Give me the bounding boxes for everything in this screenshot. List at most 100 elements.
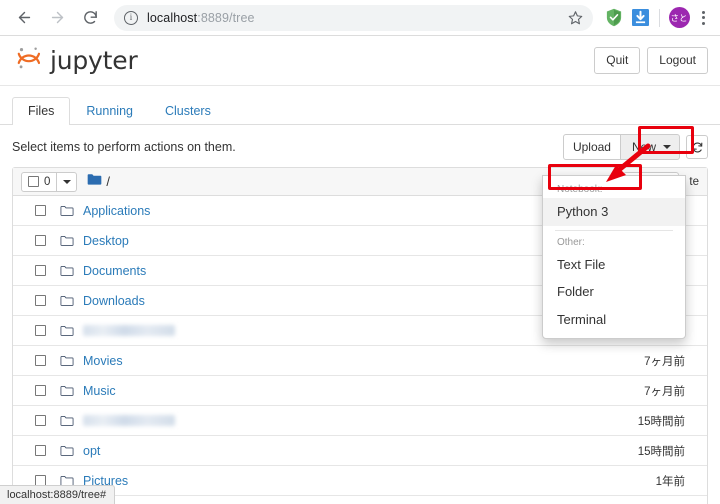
jupyter-brand[interactable]: jupyter <box>14 43 138 78</box>
folder-outline-icon <box>60 295 76 307</box>
avatar-label: さと <box>668 7 690 28</box>
dropdown-item-folder[interactable]: Folder <box>543 278 685 306</box>
file-name-link[interactable]: Desktop <box>83 234 129 248</box>
breadcrumb[interactable]: / <box>87 173 110 191</box>
file-name-link[interactable]: Music <box>83 384 116 398</box>
file-name-link[interactable]: Documents <box>83 264 146 278</box>
row-checkbox[interactable] <box>35 235 46 246</box>
file-name-link[interactable]: Applications <box>83 204 150 218</box>
folder-outline-icon <box>60 445 76 457</box>
dropdown-other-label: Other: <box>557 236 585 248</box>
table-row[interactable]: 15時間前 <box>13 406 707 436</box>
browser-toolbar: i localhost:8889/tree さと <box>0 0 720 36</box>
dropdown-item-python3[interactable]: Python 3 <box>543 198 685 226</box>
file-modified-time: 7ヶ月前 <box>644 355 685 368</box>
table-row[interactable]: Pictures 1年前 <box>13 466 707 496</box>
folder-outline-icon <box>60 355 76 367</box>
new-dropdown-menu: Notebook: Python 3 Other: Text File Fold… <box>542 175 686 339</box>
selected-count: 0 <box>44 175 51 188</box>
status-bar: localhost:8889/tree# <box>0 485 116 504</box>
row-checkbox[interactable] <box>35 295 46 306</box>
header-buttons: Quit Logout <box>594 47 708 74</box>
jupyter-brand-text: jupyter <box>50 46 138 75</box>
file-name-link[interactable]: Movies <box>83 354 123 368</box>
row-checkbox[interactable] <box>35 415 46 426</box>
row-checkbox[interactable] <box>35 385 46 396</box>
file-name-link[interactable]: Downloads <box>83 294 145 308</box>
jupyter-page: jupyter Quit Logout Files Running Cluste… <box>0 36 720 504</box>
file-name-link[interactable] <box>83 325 175 336</box>
chevron-down-icon <box>62 179 71 184</box>
quit-button[interactable]: Quit <box>594 47 641 74</box>
breadcrumb-root[interactable]: / <box>106 174 110 189</box>
folder-outline-icon <box>60 385 76 397</box>
reload-icon[interactable] <box>76 4 104 32</box>
new-button[interactable]: New <box>619 134 680 160</box>
row-checkbox[interactable] <box>35 205 46 216</box>
file-modified-time: 1年前 <box>655 475 685 488</box>
folder-icon <box>87 173 102 191</box>
folder-outline-icon <box>60 235 76 247</box>
bookmark-star-icon[interactable] <box>565 8 585 28</box>
row-checkbox[interactable] <box>35 265 46 276</box>
row-checkbox[interactable] <box>35 355 46 366</box>
table-row[interactable]: Movies 7ヶ月前 <box>13 346 707 376</box>
file-name-link[interactable]: opt <box>83 444 100 458</box>
folder-outline-icon <box>60 265 76 277</box>
actions-toolbar: Select items to perform actions on them.… <box>0 125 720 167</box>
jupyter-logo-icon <box>14 43 44 78</box>
tab-files[interactable]: Files <box>12 97 71 125</box>
selection-hint: Select items to perform actions on them. <box>12 140 236 154</box>
forward-icon[interactable] <box>43 4 71 32</box>
dropdown-item-terminal[interactable]: Terminal <box>543 306 685 334</box>
url-host: localhost <box>147 10 198 25</box>
file-modified-time: 7ヶ月前 <box>644 385 685 398</box>
dropdown-item-text-file[interactable]: Text File <box>543 251 685 279</box>
row-left: Movies <box>21 354 644 368</box>
site-info-icon[interactable]: i <box>124 10 138 25</box>
chevron-down-icon <box>663 145 671 149</box>
file-modified-time: 15時間前 <box>637 415 685 428</box>
row-left: Pictures <box>21 474 656 488</box>
jupyter-header: jupyter Quit Logout <box>0 36 720 86</box>
refresh-button[interactable] <box>686 135 708 159</box>
folder-outline-icon <box>60 325 76 337</box>
download-icon[interactable] <box>627 5 653 31</box>
url-path: :8889/tree <box>197 10 255 25</box>
url-text: localhost:8889/tree <box>147 11 255 25</box>
row-left: opt <box>21 444 638 458</box>
table-row[interactable]: Projects1年前 <box>13 496 707 504</box>
file-list-header-left: 0 / <box>21 171 110 192</box>
new-button-wrap: New <box>619 134 680 160</box>
logout-button[interactable]: Logout <box>647 47 708 74</box>
dropdown-notebook-label: Notebook: <box>557 184 603 195</box>
checkbox-icon <box>28 176 39 187</box>
tab-running[interactable]: Running <box>70 97 149 125</box>
folder-outline-icon <box>60 205 76 217</box>
file-modified-time: 15時間前 <box>637 445 685 458</box>
row-left <box>21 415 638 427</box>
kebab-menu-icon[interactable] <box>692 7 714 29</box>
file-name-link[interactable] <box>83 415 175 426</box>
browser-window: i localhost:8889/tree さと jupyter Quit Lo… <box>0 0 720 504</box>
tab-clusters[interactable]: Clusters <box>149 97 227 125</box>
back-icon[interactable] <box>10 4 38 32</box>
select-all-checkbox[interactable]: 0 <box>21 171 58 192</box>
extension-icons: さと <box>601 5 720 31</box>
select-all-dropdown[interactable] <box>57 171 78 192</box>
avatar[interactable]: さと <box>666 5 692 31</box>
select-all-group: 0 <box>21 171 78 192</box>
last-modified-header: te <box>689 175 699 188</box>
address-bar[interactable]: i localhost:8889/tree <box>114 4 593 31</box>
toolbar-divider <box>659 8 660 27</box>
upload-button[interactable]: Upload <box>562 134 621 160</box>
row-checkbox[interactable] <box>35 445 46 456</box>
dropdown-divider <box>555 229 673 231</box>
tab-bar: Files Running Clusters <box>0 96 720 125</box>
table-row[interactable]: opt 15時間前 <box>13 436 707 466</box>
adblock-shield-icon[interactable] <box>601 5 627 31</box>
table-row[interactable]: Music 7ヶ月前 <box>13 376 707 406</box>
row-left: Music <box>21 384 644 398</box>
row-checkbox[interactable] <box>35 325 46 336</box>
folder-outline-icon <box>60 415 76 427</box>
